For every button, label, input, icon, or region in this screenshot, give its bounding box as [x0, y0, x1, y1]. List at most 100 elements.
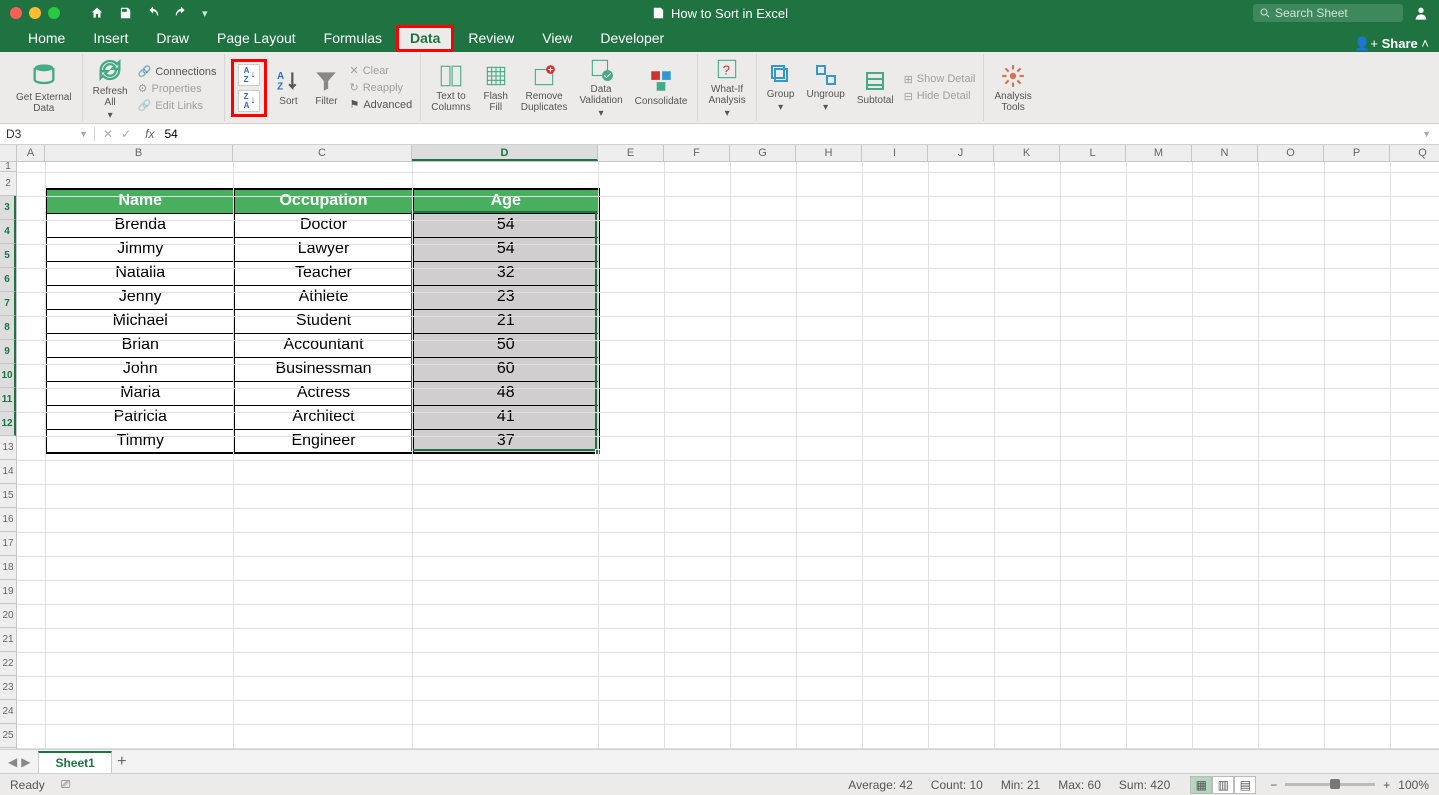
column-header[interactable]: J [928, 145, 994, 161]
formula-expand-icon[interactable]: ▼ [1422, 129, 1439, 139]
column-header[interactable]: K [994, 145, 1060, 161]
table-cell[interactable]: 54 [413, 237, 599, 261]
minimize-window-button[interactable] [29, 7, 41, 19]
sort-descending-button[interactable]: ZA↓ [238, 90, 260, 112]
table-cell[interactable]: Michael [46, 309, 234, 333]
row-header[interactable]: 19 [0, 580, 16, 604]
row-header[interactable]: 5 [0, 244, 16, 268]
table-cell[interactable]: 54 [413, 213, 599, 237]
table-cell[interactable]: Actress [234, 381, 413, 405]
column-header[interactable]: A [17, 145, 45, 161]
zoom-out-button[interactable]: − [1270, 778, 1277, 792]
table-cell[interactable]: John [46, 357, 234, 381]
column-header[interactable]: M [1126, 145, 1192, 161]
tab-review[interactable]: Review [454, 25, 528, 52]
page-layout-view-button[interactable]: ▥ [1212, 776, 1234, 794]
table-cell[interactable]: Jenny [46, 285, 234, 309]
table-cell[interactable]: 50 [413, 333, 599, 357]
row-header[interactable]: 16 [0, 508, 16, 532]
column-header[interactable]: N [1192, 145, 1258, 161]
row-header[interactable]: 1 [0, 162, 16, 172]
tab-view[interactable]: View [528, 25, 586, 52]
row-header[interactable]: 7 [0, 292, 16, 316]
home-icon[interactable] [90, 6, 104, 20]
undo-icon[interactable] [146, 6, 160, 20]
page-break-view-button[interactable]: ▤ [1234, 776, 1256, 794]
table-cell[interactable]: Lawyer [234, 237, 413, 261]
table-cell[interactable]: 41 [413, 405, 599, 429]
data-validation-button[interactable]: Data Validation ▾ [575, 56, 626, 119]
sheet-tab[interactable]: Sheet1 [38, 751, 111, 773]
row-header[interactable]: 18 [0, 556, 16, 580]
row-header[interactable]: 17 [0, 532, 16, 556]
select-all-corner[interactable] [0, 145, 17, 162]
tab-page-layout[interactable]: Page Layout [203, 25, 310, 52]
tab-developer[interactable]: Developer [586, 25, 678, 52]
add-sheet-button[interactable]: + [112, 753, 132, 771]
remove-duplicates-button[interactable]: Remove Duplicates [517, 63, 572, 113]
table-cell[interactable]: Architect [234, 405, 413, 429]
advanced-button[interactable]: ⚑ Advanced [347, 97, 414, 112]
qat-dropdown-icon[interactable]: ▾ [202, 7, 208, 20]
flash-fill-button[interactable]: Flash Fill [479, 63, 513, 113]
column-header[interactable]: Q [1390, 145, 1439, 161]
table-cell[interactable]: 60 [413, 357, 599, 381]
table-cell[interactable]: 23 [413, 285, 599, 309]
zoom-level[interactable]: 100% [1398, 778, 1429, 792]
row-header[interactable]: 23 [0, 676, 16, 700]
zoom-in-button[interactable]: + [1383, 778, 1390, 792]
table-cell[interactable]: Businessman [234, 357, 413, 381]
column-header[interactable]: H [796, 145, 862, 161]
table-cell[interactable]: Maria [46, 381, 234, 405]
show-detail-button[interactable]: ⊞ Show Detail [902, 72, 978, 87]
what-if-analysis-button[interactable]: ?What-If Analysis ▾ [704, 56, 749, 119]
table-cell[interactable]: Teacher [234, 261, 413, 285]
row-header[interactable]: 20 [0, 604, 16, 628]
row-header[interactable]: 24 [0, 700, 16, 724]
spreadsheet-grid[interactable]: ABCDEFGHIJKLMNOPQ 1234567891011121314151… [0, 145, 1439, 749]
filter-button[interactable]: Filter [309, 68, 343, 107]
analysis-tools-button[interactable]: Analysis Tools [990, 63, 1035, 113]
confirm-icon[interactable]: ✓ [121, 127, 131, 141]
row-header[interactable]: 13 [0, 436, 16, 460]
table-cell[interactable]: Natalia [46, 261, 234, 285]
normal-view-button[interactable]: ▦ [1190, 776, 1212, 794]
connections-button[interactable]: 🔗 Connections [136, 64, 219, 79]
table-cell[interactable]: Brian [46, 333, 234, 357]
table-cell[interactable]: 37 [413, 429, 599, 453]
sort-button[interactable]: AZSort [271, 68, 305, 107]
table-header[interactable]: Name [46, 189, 234, 213]
row-header[interactable]: 25 [0, 724, 16, 748]
table-cell[interactable]: Timmy [46, 429, 234, 453]
text-to-columns-button[interactable]: Text to Columns [427, 63, 474, 113]
row-header[interactable]: 3 [0, 196, 16, 220]
accessibility-icon[interactable]: ⎚ [61, 777, 71, 792]
hide-detail-button[interactable]: ⊟ Hide Detail [902, 89, 978, 104]
table-cell[interactable]: Patricia [46, 405, 234, 429]
reapply-button[interactable]: ↻ Reapply [347, 80, 414, 95]
sheet-prev-icon[interactable]: ◀ [8, 755, 17, 769]
cancel-icon[interactable]: ✕ [103, 127, 113, 141]
table-cell[interactable]: Accountant [234, 333, 413, 357]
save-icon[interactable] [118, 6, 132, 20]
tab-data[interactable]: Data [396, 25, 454, 52]
row-header[interactable]: 14 [0, 460, 16, 484]
properties-button[interactable]: ⚙ Properties [136, 81, 219, 96]
tab-formulas[interactable]: Formulas [310, 25, 396, 52]
consolidate-button[interactable]: Consolidate [631, 68, 692, 107]
table-cell[interactable]: Brenda [46, 213, 234, 237]
table-header[interactable]: Age [413, 189, 599, 213]
fx-icon[interactable]: fx [145, 127, 154, 141]
formula-input[interactable]: 54 [160, 127, 1422, 141]
table-header[interactable]: Occupation [234, 189, 413, 213]
row-header[interactable]: 22 [0, 652, 16, 676]
column-header[interactable]: P [1324, 145, 1390, 161]
get-external-data-button[interactable]: Get External Data [12, 62, 76, 114]
column-header[interactable]: D [412, 145, 598, 161]
column-header[interactable]: I [862, 145, 928, 161]
group-button[interactable]: Group ▾ [763, 63, 799, 113]
edit-links-button[interactable]: 🔗 Edit Links [136, 98, 219, 113]
column-header[interactable]: L [1060, 145, 1126, 161]
subtotal-button[interactable]: Subtotal [853, 69, 898, 106]
maximize-window-button[interactable] [48, 7, 60, 19]
